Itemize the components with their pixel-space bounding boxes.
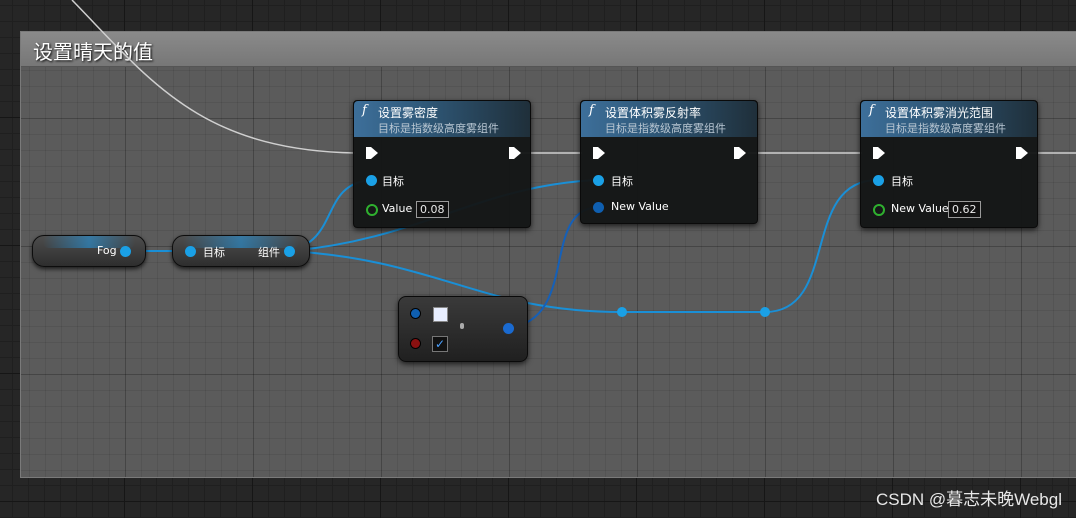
wire-layer bbox=[71, 0, 1076, 329]
node-glow bbox=[183, 236, 299, 248]
target-input-pin[interactable] bbox=[593, 175, 604, 186]
function-icon: f bbox=[589, 103, 594, 118]
component-label: 组件 bbox=[258, 246, 280, 259]
exec-output-pin[interactable] bbox=[1016, 147, 1028, 159]
color-input-pin[interactable] bbox=[410, 308, 421, 319]
node-header[interactable]: f 设置体积雾消光范围 目标是指数级高度雾组件 bbox=[861, 101, 1037, 137]
exec-input-pin[interactable] bbox=[366, 147, 378, 159]
exec-input-pin[interactable] bbox=[873, 147, 885, 159]
checkbox[interactable]: ✓ bbox=[432, 336, 448, 352]
new-value-input-pin[interactable] bbox=[593, 202, 604, 213]
new-value-label: New Value bbox=[611, 200, 669, 213]
target-label: 目标 bbox=[891, 175, 913, 188]
watermark: CSDN @暮志未晚Webgl bbox=[875, 490, 1062, 509]
value-field[interactable]: 0.08 bbox=[416, 201, 449, 218]
target-label: 目标 bbox=[611, 175, 633, 188]
fog-label: Fog bbox=[97, 244, 117, 257]
exec-input-pin[interactable] bbox=[593, 147, 605, 159]
color-swatch[interactable] bbox=[433, 307, 448, 322]
node-title: 设置雾密度 bbox=[378, 106, 439, 120]
exec-output-pin[interactable] bbox=[734, 147, 746, 159]
node-title: 设置体积雾反射率 bbox=[605, 106, 702, 120]
target-label: 目标 bbox=[382, 175, 404, 188]
node-title: 设置体积雾消光范围 bbox=[885, 106, 994, 120]
value-input-pin[interactable] bbox=[366, 204, 378, 216]
new-value-field[interactable]: 0.62 bbox=[948, 201, 981, 218]
exec-output-pin[interactable] bbox=[509, 147, 521, 159]
set-volumetric-albedo-node[interactable]: f 设置体积雾反射率 目标是指数级高度雾组件 目标 New Value bbox=[580, 100, 758, 224]
fog-output-pin[interactable] bbox=[120, 246, 131, 257]
bool-input-pin[interactable] bbox=[410, 338, 421, 349]
new-value-label: New Value bbox=[891, 202, 949, 215]
get-component-node[interactable]: 目标 组件 bbox=[172, 235, 310, 267]
fog-variable-node[interactable]: Fog bbox=[32, 235, 146, 267]
component-output-pin[interactable] bbox=[284, 246, 295, 257]
node-subtitle: 目标是指数级高度雾组件 bbox=[885, 122, 1006, 135]
exec-wire-in bbox=[71, 0, 356, 154]
center-dot bbox=[460, 323, 464, 329]
target-label: 目标 bbox=[203, 246, 225, 259]
target-input-pin[interactable] bbox=[185, 246, 196, 257]
node-subtitle: 目标是指数级高度雾组件 bbox=[605, 122, 726, 135]
node-header[interactable]: f 设置体积雾反射率 目标是指数级高度雾组件 bbox=[581, 101, 757, 137]
function-icon: f bbox=[869, 103, 874, 118]
reroute-knot-1 bbox=[617, 307, 627, 317]
node-subtitle: 目标是指数级高度雾组件 bbox=[378, 122, 499, 135]
node-header[interactable]: f 设置雾密度 目标是指数级高度雾组件 bbox=[354, 101, 530, 137]
make-color-node[interactable]: ✓ bbox=[398, 296, 528, 362]
reroute-knot-2 bbox=[760, 307, 770, 317]
set-volumetric-extinction-node[interactable]: f 设置体积雾消光范围 目标是指数级高度雾组件 目标 New Value 0.6… bbox=[860, 100, 1038, 228]
value-label: Value bbox=[382, 202, 413, 215]
target-input-pin[interactable] bbox=[366, 175, 377, 186]
target-input-pin[interactable] bbox=[873, 175, 884, 186]
set-fog-density-node[interactable]: f 设置雾密度 目标是指数级高度雾组件 目标 Value 0.08 bbox=[353, 100, 531, 228]
new-value-input-pin[interactable] bbox=[873, 204, 885, 216]
function-icon: f bbox=[362, 103, 367, 118]
struct-output-pin[interactable] bbox=[503, 323, 514, 334]
